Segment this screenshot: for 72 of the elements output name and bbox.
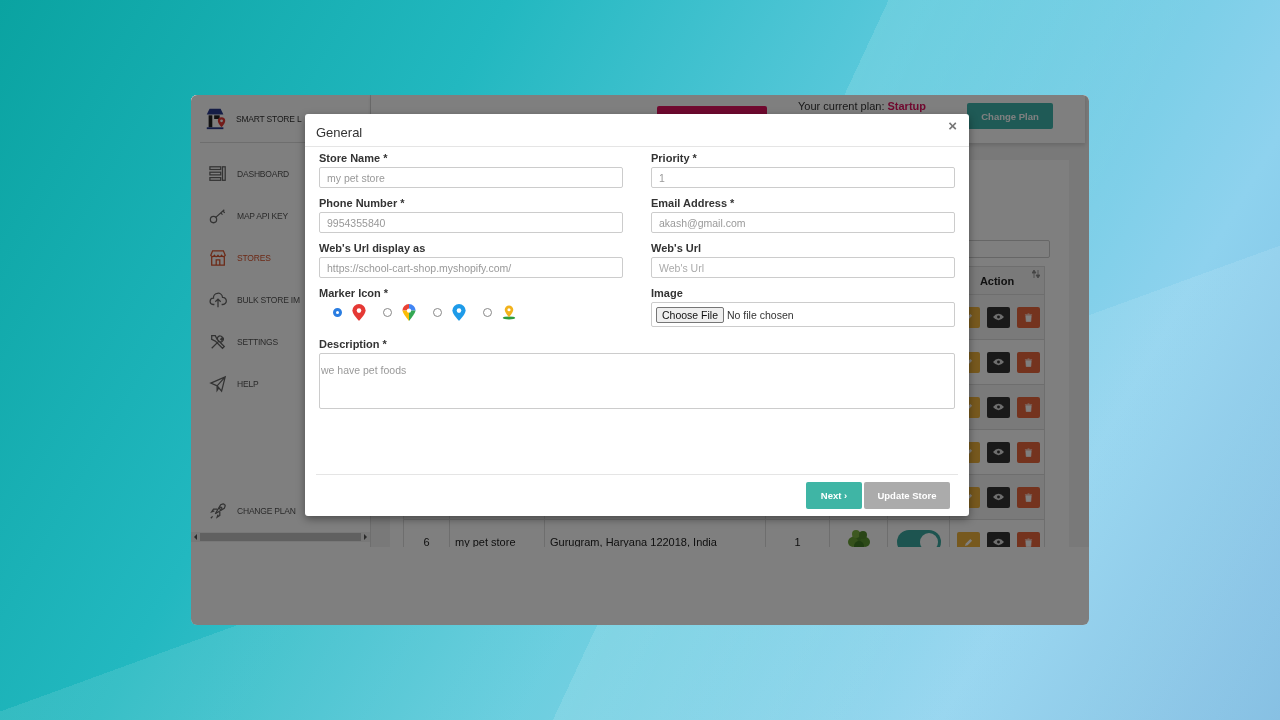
eye-icon xyxy=(993,493,1005,501)
field-label: Email Address * xyxy=(651,196,736,210)
input-field[interactable]: https://school-cart-shop.myshopify.com/ xyxy=(319,257,623,278)
trash-icon xyxy=(1024,357,1034,367)
field-label: Store Name * xyxy=(319,151,389,165)
map-pin-icon xyxy=(452,304,466,321)
radio-button[interactable] xyxy=(483,308,492,317)
delete-button[interactable] xyxy=(1017,351,1041,373)
field-label: Web's Url display as xyxy=(319,241,427,255)
input-field[interactable]: Web's Url xyxy=(651,257,955,278)
field-label: Description * xyxy=(319,337,388,351)
field-label: Priority * xyxy=(651,151,698,165)
view-button[interactable] xyxy=(987,306,1011,328)
field-label: Marker Icon * xyxy=(319,286,390,300)
input-field[interactable]: akash@gmail.com xyxy=(651,212,955,233)
close-button[interactable]: × xyxy=(946,117,959,134)
delete-button[interactable] xyxy=(1017,441,1041,463)
view-button[interactable] xyxy=(987,441,1011,463)
map-pin-icon xyxy=(402,304,416,321)
view-button[interactable] xyxy=(987,396,1011,418)
paper-plane-icon xyxy=(209,375,227,393)
edit-button[interactable] xyxy=(957,531,980,547)
radio-button[interactable] xyxy=(433,308,442,317)
modal-title: General xyxy=(316,124,363,140)
trash-icon xyxy=(1024,492,1034,502)
sort-icon[interactable] xyxy=(1032,270,1040,278)
eye-icon xyxy=(993,358,1005,366)
person-pin-icon xyxy=(502,304,516,321)
cloud-upload-icon xyxy=(209,291,227,309)
eye-icon xyxy=(993,538,1005,546)
table-cell: 6 xyxy=(403,519,450,547)
eye-icon xyxy=(993,313,1005,321)
delete-button[interactable] xyxy=(1017,531,1041,547)
field-label: Image xyxy=(651,286,684,300)
file-status: No file chosen xyxy=(727,308,794,321)
pencil-icon xyxy=(964,537,973,547)
description-field[interactable]: we have pet foods xyxy=(319,353,955,409)
field-label: Phone Number * xyxy=(319,196,406,210)
current-plan-text: Your current plan: Startup xyxy=(798,100,926,112)
eye-icon xyxy=(993,403,1005,411)
input-field[interactable]: my pet store xyxy=(319,167,623,188)
store-logo xyxy=(204,106,228,131)
radio-button[interactable] xyxy=(333,308,342,317)
brand-name: SMART STORE L xyxy=(236,113,302,124)
trash-icon xyxy=(1024,447,1034,457)
trash-icon xyxy=(1024,312,1034,322)
delete-button[interactable] xyxy=(1017,396,1041,418)
file-input[interactable]: Choose File No file chosen xyxy=(651,302,955,327)
radio-button[interactable] xyxy=(383,308,392,317)
sidebar-item[interactable]: CHANGE PLAN xyxy=(191,490,370,532)
choose-file-button[interactable]: Choose File xyxy=(656,306,725,323)
status-toggle[interactable] xyxy=(896,530,941,547)
field-label: Web's Url xyxy=(651,241,703,255)
store-icon xyxy=(209,249,227,267)
input-field[interactable]: 9954355840 xyxy=(319,212,623,233)
rocket-icon xyxy=(209,502,227,520)
view-button[interactable] xyxy=(987,351,1011,373)
change-plan-button[interactable]: Change Plan xyxy=(967,103,1053,129)
view-button[interactable] xyxy=(987,486,1011,508)
trash-icon xyxy=(1024,402,1034,412)
next-button[interactable]: Next › xyxy=(806,482,862,509)
delete-button[interactable] xyxy=(1017,486,1041,508)
trash-icon xyxy=(1024,537,1034,547)
bars-icon xyxy=(209,165,227,183)
map-pin-icon xyxy=(352,304,366,321)
key-icon xyxy=(209,207,227,225)
eye-icon xyxy=(993,448,1005,456)
scrollbar[interactable] xyxy=(191,532,370,542)
tools-icon xyxy=(209,333,227,351)
delete-button[interactable] xyxy=(1017,306,1041,328)
input-field[interactable]: 1 xyxy=(651,167,955,188)
view-button[interactable] xyxy=(987,531,1011,547)
